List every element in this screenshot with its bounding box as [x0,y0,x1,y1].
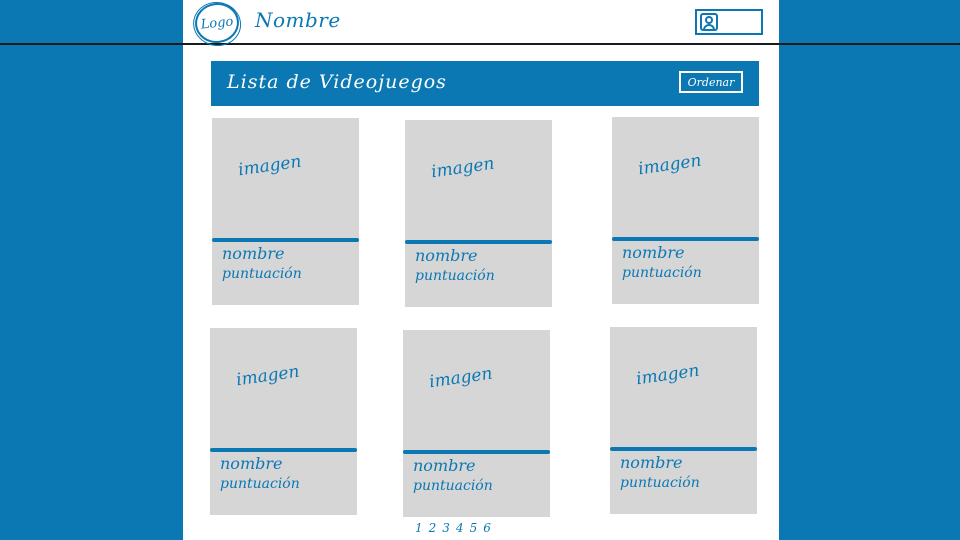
card-divider [403,450,550,454]
game-card[interactable]: imagen nombre puntuación [612,117,759,304]
card-name: nombre [415,246,478,265]
card-divider [405,240,552,244]
card-name: nombre [220,454,283,473]
page-link-1[interactable]: 1 [415,521,423,535]
card-name: nombre [622,243,685,262]
page-link-3[interactable]: 3 [442,521,450,535]
page-link-4[interactable]: 4 [456,521,464,535]
game-card[interactable]: imagen nombre puntuación [212,118,359,305]
header-divider [183,43,779,45]
main-page: Logo Nombre Lista de Videojuegos Ordenar… [183,0,779,540]
app-frame: Logo Nombre Lista de Videojuegos Ordenar… [0,0,960,540]
card-image-placeholder: imagen [429,153,496,183]
game-card[interactable]: imagen nombre puntuación [403,330,550,517]
card-divider [610,447,757,451]
card-score: puntuación [220,476,300,492]
user-icon [700,13,718,31]
card-name: nombre [413,456,476,475]
card-score: puntuación [222,266,302,282]
card-name: nombre [222,244,285,263]
page-link-6[interactable]: 6 [483,521,491,535]
card-score: puntuación [620,475,700,491]
page-link-2[interactable]: 2 [429,521,437,535]
list-header: Lista de Videojuegos Ordenar [211,61,759,106]
list-title: Lista de Videojuegos [227,71,447,93]
logo[interactable]: Logo [193,0,241,46]
game-card[interactable]: imagen nombre puntuación [210,328,357,515]
card-score: puntuación [413,478,493,494]
game-card[interactable]: imagen nombre puntuación [405,120,552,307]
card-divider [612,237,759,241]
card-image-placeholder: imagen [236,151,303,181]
user-account-button[interactable] [695,9,763,35]
card-divider [212,238,359,242]
card-divider [210,448,357,452]
card-image-placeholder: imagen [636,150,703,180]
page-link-5[interactable]: 5 [470,521,478,535]
card-name: nombre [620,453,683,472]
sort-button[interactable]: Ordenar [679,71,743,93]
card-score: puntuación [415,268,495,284]
card-image-placeholder: imagen [427,363,494,393]
card-image-placeholder: imagen [634,360,701,390]
card-image-placeholder: imagen [234,361,301,391]
game-card[interactable]: imagen nombre puntuación [610,327,757,514]
site-name[interactable]: Nombre [255,8,341,32]
card-score: puntuación [622,265,702,281]
pagination: 1 2 3 4 5 6 [415,521,491,535]
